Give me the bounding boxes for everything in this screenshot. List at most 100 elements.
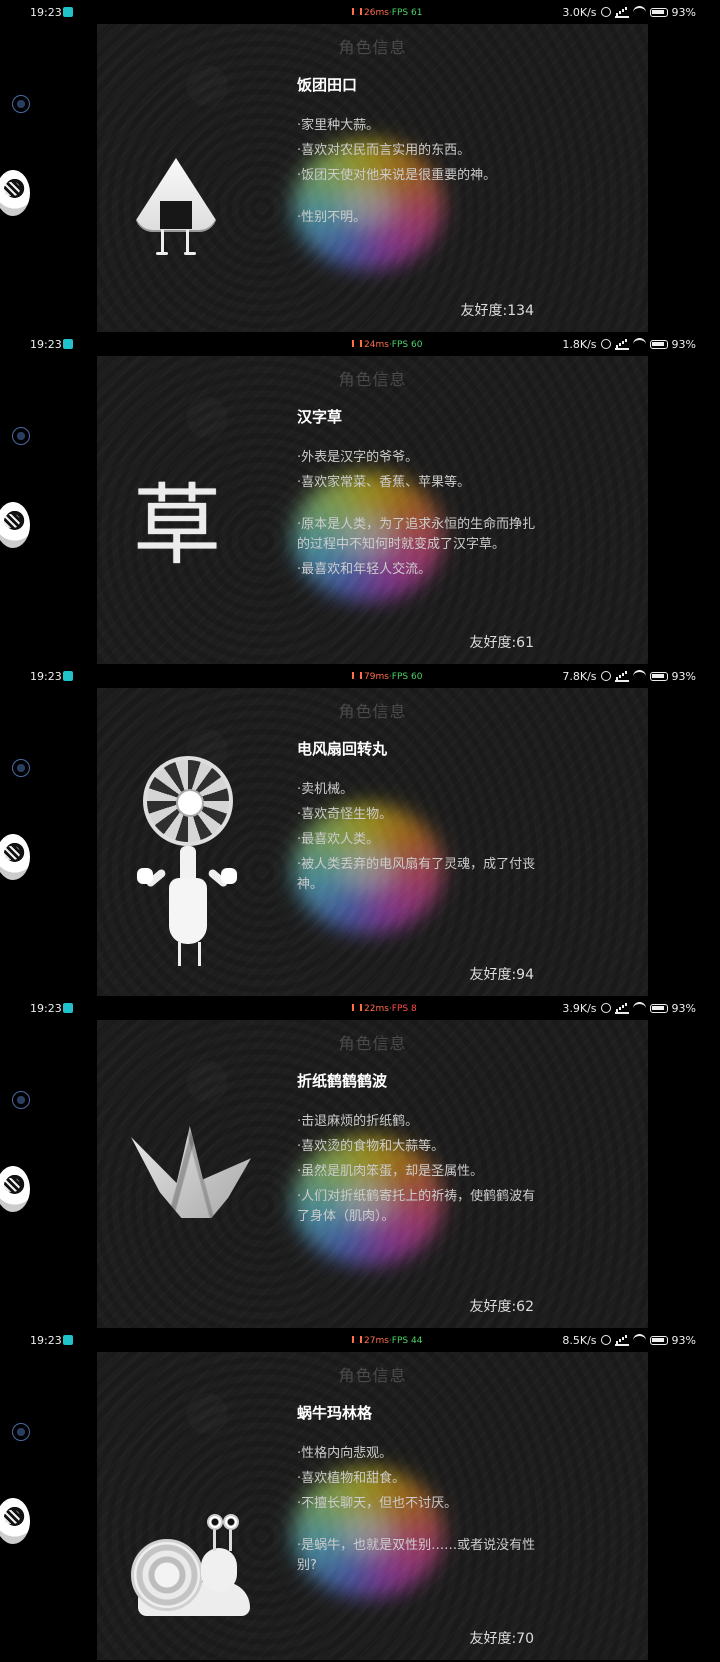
performance-signal-icon bbox=[352, 340, 362, 347]
affinity-label: 友好度: bbox=[469, 1299, 517, 1315]
card-title: 角色信息 bbox=[338, 702, 407, 721]
character-art bbox=[131, 1118, 255, 1248]
side-indicator-icon[interactable] bbox=[12, 427, 30, 445]
trait-item: ·是蜗牛，也就是双性别……或者说没有性别? bbox=[297, 1538, 536, 1573]
affinity-label: 友好度: bbox=[460, 303, 508, 319]
trait-item: ·喜欢家常菜、香蕉、苹果等。 bbox=[297, 475, 471, 490]
affinity-score: 友好度:62 bbox=[469, 1296, 534, 1316]
affinity-value: 94 bbox=[516, 967, 534, 983]
character-name: 蜗牛玛林格 bbox=[297, 1404, 373, 1422]
affinity-score: 友好度:61 bbox=[469, 632, 534, 652]
trait-item: ·喜欢烫的食物和大蒜等。 bbox=[297, 1139, 445, 1154]
card-title: 角色信息 bbox=[338, 38, 407, 57]
character-info-card: 角色信息饭团田口 ·家里种大蒜。 ·喜欢对农民而言实用的东西。 ·饭团天使对他来说是很… bbox=[97, 24, 648, 332]
affinity-label: 友好度: bbox=[469, 967, 517, 983]
trait-item: ·被人类丢弃的电风扇有了灵魂，成了付丧神。 bbox=[297, 857, 536, 892]
network-speed: 1.8K/s bbox=[562, 337, 597, 351]
status-right: 1.8K/s 93% bbox=[558, 337, 696, 351]
alarm-icon bbox=[600, 671, 611, 681]
network-speed: 7.8K/s bbox=[562, 669, 597, 683]
avatar[interactable] bbox=[0, 834, 30, 880]
latency-text: 26ms bbox=[364, 8, 389, 18]
character-name: 饭团田口 bbox=[297, 76, 358, 94]
trait-item: ·原本是人类，为了追求永恒的生命而挣扎的过程中不知何时就变成了汉字草。 bbox=[297, 517, 536, 552]
side-indicator-icon[interactable] bbox=[12, 95, 30, 113]
alarm-icon bbox=[600, 7, 611, 17]
character-name: 折纸鹤鹤鹤波 bbox=[297, 1072, 388, 1090]
status-time: 19:23 bbox=[30, 338, 62, 351]
trait-item: ·击退麻烦的折纸鹤。 bbox=[297, 1114, 419, 1129]
card-title: 角色信息 bbox=[338, 1366, 407, 1385]
status-time: 19:23 bbox=[30, 6, 62, 19]
battery-icon bbox=[649, 671, 668, 681]
trait-list: ·性格内向悲观。 ·喜欢植物和甜食。 ·不擅长聊天，但也不讨厌。 ·是蜗牛，也就是双性… bbox=[297, 1444, 537, 1581]
performance-readout: 27ms·FPS 44 bbox=[352, 1336, 422, 1346]
wifi-icon bbox=[632, 338, 646, 350]
trait-item bbox=[297, 498, 537, 510]
avatar[interactable] bbox=[0, 170, 30, 216]
trait-item bbox=[297, 1519, 537, 1531]
status-right: 3.9K/s 93% bbox=[558, 1001, 696, 1015]
affinity-value: 62 bbox=[516, 1299, 534, 1315]
character-art: 草 bbox=[131, 476, 241, 606]
snail-icon bbox=[131, 1539, 203, 1611]
screenshot-frame: 19:23 22ms·FPS 8 3.9K/s 93% 角色信息 折纸鹤鹤鹤波 ·击退麻烦的… bbox=[0, 996, 720, 1328]
alarm-icon bbox=[600, 1003, 611, 1013]
trait-item: ·卖机械。 bbox=[297, 782, 354, 797]
affinity-score: 友好度:134 bbox=[461, 300, 534, 320]
trait-list: ·家里种大蒜。 ·喜欢对农民而言实用的东西。 ·饭团天使对他来说是很重要的神。 ·性别… bbox=[297, 116, 537, 233]
screenshot-frame: 19:23 26ms·FPS 61 3.0K/s 93% 角色信息 饭团田口 ·家里种大蒜。… bbox=[0, 0, 720, 332]
performance-readout: 22ms·FPS 8 bbox=[352, 1004, 417, 1014]
character-info-card: 角色信息 折纸鹤鹤鹤波 ·击退麻烦的折纸鹤。 ·喜欢烫的食物和大蒜等。 ·虽然是肌肉笨蛋… bbox=[97, 1020, 648, 1328]
app-notification-icon bbox=[63, 671, 73, 681]
battery-icon bbox=[649, 339, 668, 349]
latency-text: 24ms bbox=[364, 340, 389, 350]
cellular-signal-icon bbox=[614, 6, 629, 18]
status-bar: 19:23 24ms·FPS 60 1.8K/s 93% bbox=[0, 332, 720, 356]
cellular-signal-icon bbox=[614, 670, 629, 682]
performance-readout: 26ms·FPS 61 bbox=[352, 8, 422, 18]
app-notification-icon bbox=[63, 1003, 73, 1013]
alarm-icon bbox=[600, 1335, 611, 1345]
trait-item: ·性别不明。 bbox=[297, 210, 367, 225]
character-info-card: 角色信息 电风扇回转丸 ·卖机械。 ·喜欢奇怪生物。 ·最喜欢人类。 ·被人类丢弃的电风扇… bbox=[97, 688, 648, 996]
avatar[interactable] bbox=[0, 502, 30, 548]
status-bar: 19:23 79ms·FPS 60 7.8K/s 93% bbox=[0, 664, 720, 688]
side-indicator-icon[interactable] bbox=[12, 1423, 30, 1441]
app-notification-icon bbox=[63, 339, 73, 349]
character-info-card: 角色信息草 汉字草 ·外表是汉字的爷爷。 ·喜欢家常菜、香蕉、苹果等。 ·原本是人类，为… bbox=[97, 356, 648, 664]
avatar[interactable] bbox=[0, 1166, 30, 1212]
wifi-icon bbox=[632, 670, 646, 682]
snail-eye-icon bbox=[207, 1514, 223, 1530]
character-info-card: 角色信息蜗牛玛林格 ·性格内向悲观。 ·喜欢植物和甜食。 ·不擅长聊天，但也不讨厌。 ·… bbox=[97, 1352, 648, 1660]
screenshot-frame: 19:23 79ms·FPS 60 7.8K/s 93% 角色信息 电风扇回转丸 ·卖机械。… bbox=[0, 664, 720, 996]
latency-text: 79ms bbox=[364, 672, 389, 682]
fan-leg-icon bbox=[178, 942, 181, 966]
performance-readout: 24ms·FPS 60 bbox=[352, 340, 422, 350]
trait-item: ·外表是汉字的爷爷。 bbox=[297, 450, 419, 465]
status-right: 8.5K/s 93% bbox=[558, 1333, 696, 1347]
side-indicator-icon[interactable] bbox=[12, 1091, 30, 1109]
wifi-icon bbox=[632, 6, 646, 18]
trait-item: ·人们对折纸鹤寄托上的祈祷，使鹤鹤波有了身体（肌肉）。 bbox=[297, 1189, 536, 1224]
battery-percentage: 93% bbox=[671, 1333, 696, 1347]
screenshot-frame: 19:23 24ms·FPS 60 1.8K/s 93% 角色信息草 汉字草 ·外表是汉字的… bbox=[0, 332, 720, 664]
cellular-signal-icon bbox=[614, 1002, 629, 1014]
affinity-label: 友好度: bbox=[469, 1631, 517, 1647]
fps-text: FPS 60 bbox=[391, 340, 423, 350]
status-time: 19:23 bbox=[30, 1334, 62, 1347]
network-speed: 3.9K/s bbox=[562, 1001, 597, 1015]
fps-text: FPS 8 bbox=[391, 1004, 417, 1014]
fan-hand-icon bbox=[137, 868, 153, 884]
character-name: 汉字草 bbox=[297, 408, 343, 426]
card-title: 角色信息 bbox=[338, 1034, 407, 1053]
fan-body-icon bbox=[169, 878, 207, 944]
onigiri-foot-icon bbox=[184, 252, 196, 255]
trait-item bbox=[297, 191, 537, 203]
affinity-value: 61 bbox=[516, 635, 534, 651]
avatar[interactable] bbox=[0, 1498, 30, 1544]
trait-item: ·喜欢对农民而言实用的东西。 bbox=[297, 143, 471, 158]
side-indicator-icon[interactable] bbox=[12, 759, 30, 777]
battery-percentage: 93% bbox=[671, 337, 696, 351]
performance-signal-icon bbox=[352, 1004, 362, 1011]
